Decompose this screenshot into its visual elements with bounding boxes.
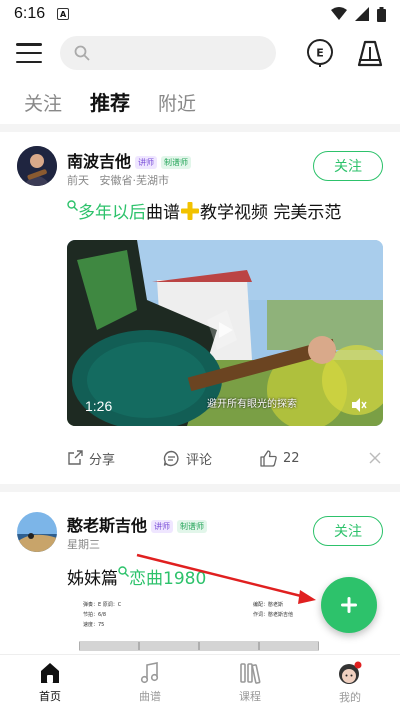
notification-a-icon: A — [57, 8, 70, 20]
section-divider — [0, 484, 400, 492]
close-icon[interactable] — [369, 452, 381, 464]
comment-label: 评论 — [186, 452, 213, 468]
status-right-icons — [331, 6, 386, 22]
plus-sign-icon — [181, 202, 199, 220]
like-button[interactable]: 22 — [260, 449, 300, 467]
author-name-text: 憨老斯吉他 — [67, 516, 148, 535]
post-time: 星期三 — [67, 538, 100, 551]
share-label: 分享 — [89, 452, 116, 468]
status-bar: 6:16 A — [0, 0, 400, 28]
post-time: 前天 — [67, 174, 89, 187]
sheet-maker-badge: 制谱师 — [177, 520, 208, 533]
comment-button[interactable]: 评论 — [163, 449, 212, 468]
title-keyword[interactable]: 多年以后 — [78, 203, 146, 223]
music-note-icon — [140, 662, 159, 684]
sheet-info-left: 弹奏：E 原调：C 节拍：6/8 速度：75 — [83, 600, 121, 630]
lecturer-badge: 讲师 — [151, 520, 174, 533]
post-meta: 星期三 — [67, 536, 100, 552]
title-keyword[interactable]: 恋曲1980 — [129, 569, 206, 589]
tab-recommended[interactable]: 推荐 — [90, 87, 130, 122]
comment-icon — [163, 450, 179, 466]
like-icon — [260, 449, 277, 467]
tab-nearby[interactable]: 附近 — [158, 89, 196, 122]
search-input[interactable] — [60, 36, 276, 70]
feed-tabs: 关注 推荐 附近 — [0, 82, 400, 122]
sheet-maker-badge: 制谱师 — [161, 156, 192, 169]
title-text-2: 教学视频 完美示范 — [200, 203, 342, 223]
home-icon — [41, 663, 59, 683]
follow-button[interactable]: 关注 — [313, 516, 383, 546]
search-icon — [74, 45, 90, 61]
video-caption: 避开所有眼光的探索 — [207, 399, 297, 410]
bottom-nav: 首页 曲谱 课程 我的 — [0, 654, 400, 711]
avatar[interactable] — [17, 146, 57, 186]
sheet-key: 弹奏：E 原调：C — [83, 602, 122, 608]
post-actions: 分享 评论 22 — [67, 444, 383, 472]
wifi-icon — [331, 7, 347, 20]
sheet-arranger: 编配：憨老斯 — [253, 602, 284, 608]
nav-profile[interactable]: 我的 — [300, 655, 400, 711]
post-meta: 前天 安徽省·芜湖市 — [67, 172, 169, 188]
nav-sheet-music-label: 曲谱 — [139, 690, 161, 703]
sheet-staff — [79, 641, 319, 651]
lecturer-badge: 讲师 — [135, 156, 158, 169]
top-bar: E — [0, 30, 400, 76]
search-icon — [118, 566, 129, 577]
plus-icon — [341, 597, 357, 613]
status-time: 6:16 — [14, 5, 46, 22]
search-icon — [67, 200, 78, 211]
avatar[interactable] — [17, 512, 57, 552]
post-card[interactable]: 南波吉他 讲师 制谱师 前天 安徽省·芜湖市 关注 多年以后曲谱 教学视频 完美示范 — [0, 132, 400, 480]
nav-sheet-music[interactable]: 曲谱 — [100, 655, 200, 711]
signal-icon — [355, 7, 369, 21]
nav-profile-label: 我的 — [339, 691, 361, 704]
post-title[interactable]: 多年以后曲谱 教学视频 完美示范 — [67, 198, 341, 223]
post-location: 安徽省·芜湖市 — [99, 174, 170, 187]
battery-icon — [377, 6, 386, 22]
menu-icon[interactable] — [16, 43, 42, 63]
sheet-info-right: 编配：憨老斯 作词：憨老斯吉他 — [253, 600, 293, 620]
title-text: 姊妹篇 — [67, 569, 118, 589]
svg-text:E: E — [316, 47, 324, 60]
video-player[interactable]: 1:26 避开所有眼光的探索 — [67, 240, 383, 426]
author-name[interactable]: 南波吉他 讲师 制谱师 — [67, 148, 192, 172]
tab-following[interactable]: 关注 — [24, 89, 62, 122]
like-count: 22 — [283, 450, 300, 466]
nav-courses-label: 课程 — [239, 690, 261, 703]
author-name[interactable]: 憨老斯吉他 讲师 制谱师 — [67, 512, 208, 536]
share-button[interactable]: 分享 — [67, 449, 115, 468]
section-divider — [0, 124, 400, 132]
author-name-text: 南波吉他 — [67, 152, 132, 171]
post-title[interactable]: 姊妹篇 恋曲1980 — [67, 564, 206, 589]
nav-home-label: 首页 — [39, 690, 61, 703]
profile-icon — [339, 661, 362, 684]
nav-courses[interactable]: 课程 — [200, 655, 300, 711]
video-duration: 1:26 — [85, 398, 113, 414]
nav-home[interactable]: 首页 — [0, 655, 100, 711]
e-tuner-icon[interactable]: E — [306, 39, 334, 67]
share-icon — [68, 450, 83, 465]
books-icon — [240, 663, 261, 684]
mute-icon[interactable] — [351, 397, 367, 413]
sheet-meter: 节拍：6/8 — [83, 612, 107, 618]
sheet-lyricist: 作词：憨老斯吉他 — [253, 612, 294, 618]
follow-button[interactable]: 关注 — [313, 151, 383, 181]
sheet-tempo: 速度：75 — [83, 622, 105, 628]
metronome-icon[interactable] — [356, 39, 384, 67]
add-post-button[interactable] — [321, 577, 377, 633]
title-text: 曲谱 — [146, 203, 180, 223]
